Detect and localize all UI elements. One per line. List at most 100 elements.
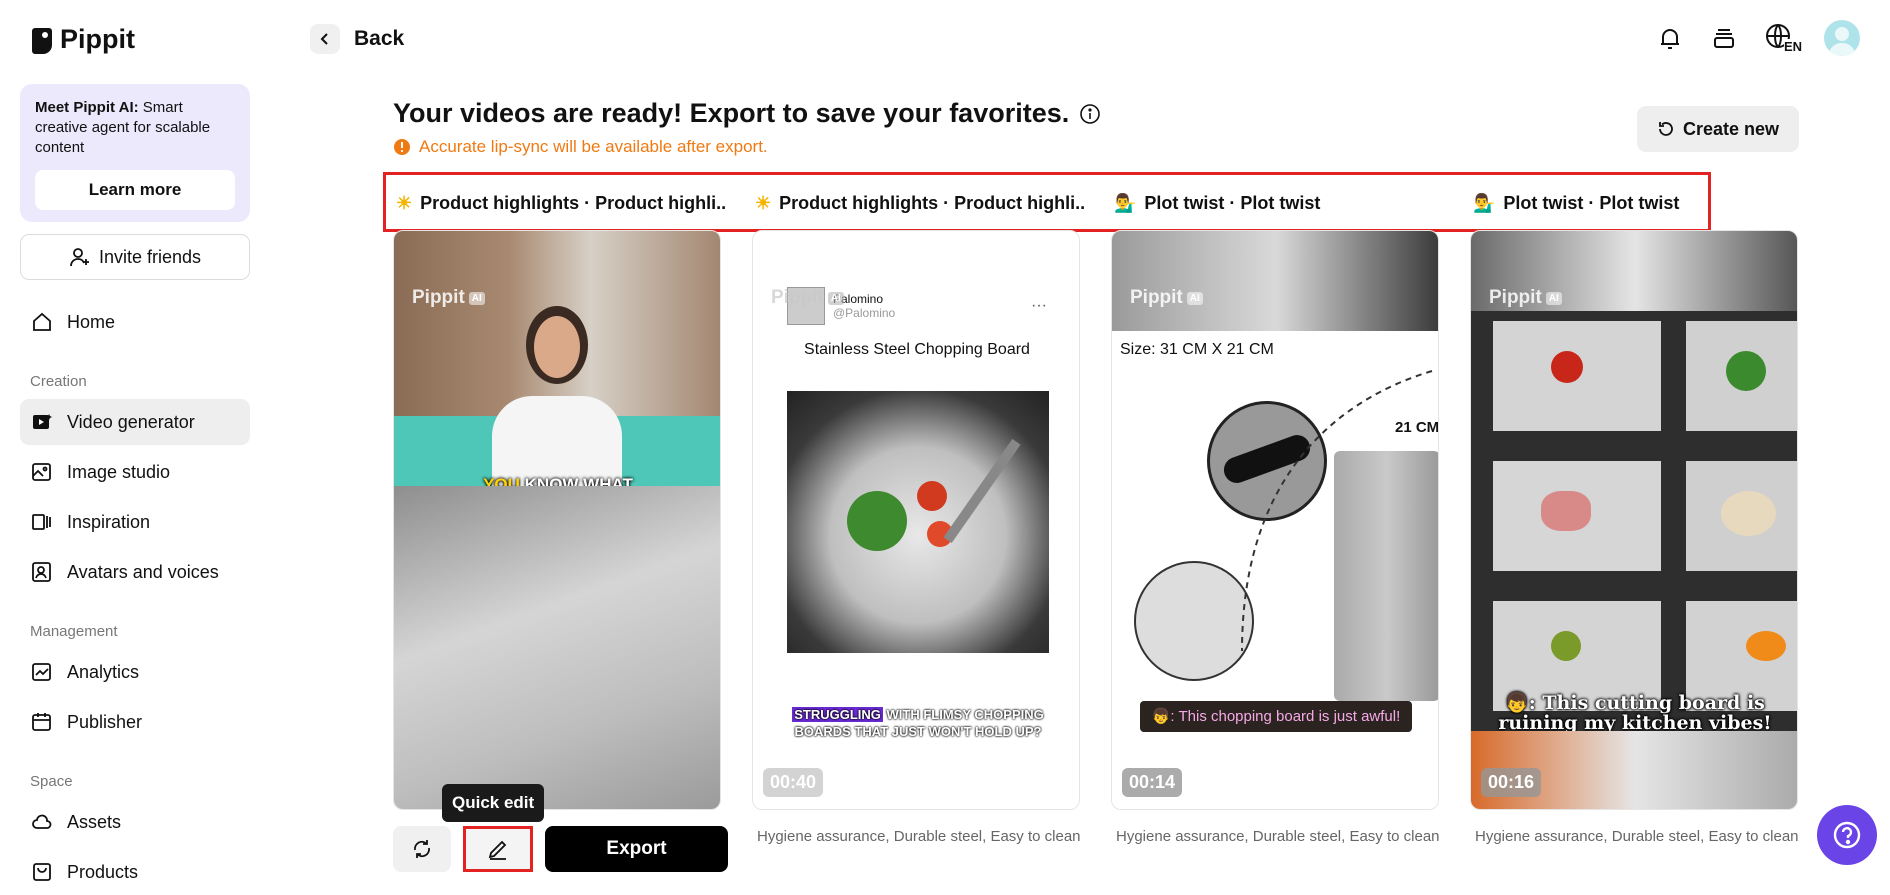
person-tipping-hand-icon: 💁‍♂️ — [1114, 193, 1137, 213]
video-card-3[interactable]: Pippit AI Size: 31 CM X 21 CM 21 CM 👦: Th… — [1111, 230, 1439, 810]
sidebar-item-home[interactable]: Home — [20, 299, 250, 345]
duration-badge: 00:16 — [1481, 768, 1542, 797]
sun-icon: ☀ — [755, 193, 772, 213]
products-icon — [31, 861, 53, 883]
sidebar-item-video-generator[interactable]: Video generator — [20, 399, 250, 445]
duration-badge: 00:14 — [1122, 768, 1183, 797]
export-button[interactable]: Export — [545, 826, 728, 872]
tab-label: Product highlights · Product highli... — [779, 193, 1085, 213]
video-generator-icon — [31, 411, 53, 433]
overlay-text: 👦: This cutting board is ruining my kitc… — [1498, 692, 1772, 734]
tab-label: Plot twist · Plot twist — [1144, 193, 1321, 213]
back-label: Back — [354, 27, 405, 50]
sidebar-item-publisher[interactable]: Publisher — [20, 699, 250, 745]
sidebar: Pippit Meet Pippit AI: Smart creative ag… — [0, 0, 270, 890]
pippit-watermark: Pippit AI — [1489, 287, 1562, 309]
tab-product-highlights-1[interactable]: ☀ Product highlights · Product highli... — [396, 193, 726, 214]
more-options-icon[interactable]: ··· — [1031, 297, 1047, 315]
promo-card: Meet Pippit AI: Smart creative agent for… — [20, 84, 250, 222]
home-icon — [31, 311, 53, 333]
avatar-voice-icon — [31, 561, 53, 583]
analytics-icon — [31, 661, 53, 683]
sidebar-item-label: Home — [67, 311, 116, 332]
sidebar-item-image-studio[interactable]: Image studio — [20, 449, 250, 495]
bubble-text: 👦: This chopping board is just awful! — [1151, 708, 1401, 725]
diagram-area: Size: 31 CM X 21 CM 21 CM — [1112, 331, 1438, 711]
tab-label: Plot twist · Plot twist — [1503, 193, 1680, 213]
pippit-logo[interactable]: Pippit — [32, 24, 135, 55]
sidebar-item-analytics[interactable]: Analytics — [20, 649, 250, 695]
bell-icon[interactable] — [1656, 24, 1684, 52]
sidebar-item-label: Analytics — [67, 661, 140, 682]
subtitle: STRUGGLING WITH FLIMSY CHOPPING BOARDS T… — [783, 706, 1053, 740]
help-icon — [1831, 819, 1863, 851]
sidebar-item-label: Image studio — [67, 461, 171, 482]
inspiration-icon — [31, 511, 53, 533]
presenter-figure — [482, 306, 632, 486]
chevron-left-icon — [318, 32, 332, 46]
language-globe-icon[interactable]: EN — [1764, 22, 1802, 54]
info-icon[interactable] — [1079, 103, 1101, 125]
section-creation: Creation — [30, 373, 87, 390]
top-toolbar: EN — [1656, 20, 1860, 56]
speech-bubble: 👦: This chopping board is just awful! — [1140, 701, 1412, 732]
add-user-icon — [69, 246, 91, 268]
cutting-board-closeup — [394, 486, 720, 809]
refresh-icon — [1657, 120, 1675, 138]
back-button[interactable] — [310, 24, 340, 54]
pippit-logo-icon — [32, 26, 52, 54]
warning-icon — [393, 138, 411, 156]
pippit-watermark: Pippit AI — [771, 287, 844, 309]
invite-friends-button[interactable]: Invite friends — [20, 234, 250, 280]
sidebar-item-label: Video generator — [67, 411, 195, 432]
sidebar-item-products[interactable]: Products — [20, 849, 250, 895]
pippit-watermark: Pippit AI — [1130, 287, 1203, 309]
video-card-2[interactable]: Palomino @Palomino ··· Pippit AI Stainles… — [752, 230, 1080, 810]
language-label: EN — [1783, 39, 1802, 54]
help-button[interactable] — [1817, 805, 1877, 865]
card-4-caption: Hygiene assurance, Durable steel, Easy t… — [1475, 828, 1799, 845]
back-nav[interactable]: Back — [310, 24, 404, 54]
sidebar-item-label: Avatars and voices — [67, 561, 219, 582]
size-label: Size: 31 CM X 21 CM — [1120, 341, 1274, 358]
pencil-icon — [486, 837, 510, 861]
promo-title: Meet Pippit AI: — [35, 99, 139, 116]
duration-badge: 00:40 — [763, 768, 824, 797]
card-1-actions: Export — [393, 826, 728, 872]
tab-product-highlights-2[interactable]: ☀ Product highlights · Product highli... — [755, 193, 1085, 214]
quick-edit-button[interactable] — [463, 826, 533, 872]
create-new-button[interactable]: Create new — [1637, 106, 1799, 152]
invite-friends-label: Invite friends — [98, 246, 202, 267]
collage-grid — [1471, 311, 1797, 731]
video-card-4[interactable]: Pippit AI 👦: This cutting board is ruinin… — [1470, 230, 1798, 810]
pippit-watermark: Pippit AI — [412, 287, 485, 309]
tab-plot-twist-2[interactable]: 💁‍♂️ Plot twist · Plot twist — [1473, 193, 1703, 214]
tab-plot-twist-1[interactable]: 💁‍♂️ Plot twist · Plot twist — [1114, 193, 1444, 214]
video-tabs: ☀ Product highlights · Product highli...… — [383, 172, 1711, 232]
calendar-icon — [31, 711, 53, 733]
sidebar-item-label: Products — [67, 861, 139, 882]
cloud-icon — [31, 811, 53, 833]
person-tipping-hand-icon: 💁‍♂️ — [1473, 193, 1496, 213]
app-name: Pippit — [60, 24, 135, 54]
subtitle-highlight: STRUGGLING — [792, 707, 883, 722]
dashed-arc — [1241, 370, 1433, 652]
create-new-label: Create new — [1682, 118, 1780, 139]
sidebar-item-label: Inspiration — [67, 511, 151, 532]
image-studio-icon — [31, 461, 53, 483]
regenerate-button[interactable] — [393, 826, 451, 872]
promo-text: Meet Pippit AI: Smart creative agent for… — [35, 98, 235, 158]
learn-more-button[interactable]: Learn more — [35, 170, 235, 210]
sun-icon: ☀ — [396, 193, 413, 213]
sidebar-item-avatars-voices[interactable]: Avatars and voices — [20, 549, 250, 595]
video-card-1[interactable]: Pippit AI YOU KNOW WHAT — [393, 230, 721, 810]
stack-icon[interactable] — [1710, 24, 1738, 52]
product-image — [787, 391, 1049, 653]
section-management: Management — [30, 623, 118, 640]
sidebar-item-label: Publisher — [67, 711, 143, 732]
regenerate-icon — [410, 837, 434, 861]
product-title: Stainless Steel Chopping Board — [804, 341, 1030, 358]
sidebar-item-inspiration[interactable]: Inspiration — [20, 499, 250, 545]
avatar[interactable] — [1824, 20, 1860, 56]
sidebar-item-assets[interactable]: Assets — [20, 799, 250, 845]
